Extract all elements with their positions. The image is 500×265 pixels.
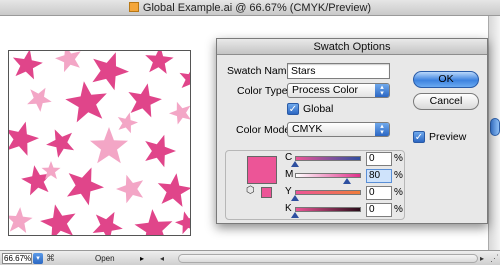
status-bar: 66.67% ▾ ⌘ Open ▸ ◂ ▸ ⋰ <box>0 250 500 265</box>
star-shape[interactable] <box>40 204 76 236</box>
illustrator-document-icon <box>128 2 139 12</box>
global-checkbox[interactable]: ✓ <box>287 103 299 115</box>
black-slider-thumb[interactable] <box>291 212 299 218</box>
yellow-slider-track[interactable] <box>295 190 361 195</box>
color-type-value: Process Color <box>292 84 358 96</box>
color-mode-label: Color Mode: <box>236 124 294 136</box>
star-shape[interactable] <box>157 173 191 207</box>
global-label: Global <box>303 103 334 115</box>
window-title-bar: Global Example.ai @ 66.67% (CMYK/Preview… <box>0 0 500 16</box>
yellow-percent-label: % <box>394 187 403 198</box>
star-shape[interactable] <box>117 112 138 134</box>
star-shape[interactable] <box>46 129 75 158</box>
yellow-slider-thumb[interactable] <box>291 195 299 201</box>
star-shape[interactable] <box>128 83 162 118</box>
magenta-percent-label: % <box>394 170 403 181</box>
preview-checkbox[interactable]: ✓ <box>413 131 425 143</box>
window-title: Global Example.ai @ 66.67% (CMYK/Preview… <box>142 2 372 14</box>
cancel-button[interactable]: Cancel <box>413 93 479 110</box>
scroll-left-icon[interactable]: ◂ <box>160 253 164 264</box>
popup-stepper-icon: ▴ ▾ <box>375 123 389 136</box>
preview-label: Preview <box>429 131 467 143</box>
star-shape[interactable] <box>9 121 39 156</box>
status-text: Open <box>95 254 115 263</box>
cyan-percent-label: % <box>394 153 403 164</box>
star-shape[interactable] <box>179 66 192 91</box>
dialog-title: Swatch Options <box>217 39 487 55</box>
star-shape[interactable] <box>55 51 81 73</box>
popup-stepper-icon: ▴ ▾ <box>375 84 389 97</box>
web-safe-color-swatch[interactable] <box>261 187 272 198</box>
color-mode-value: CMYK <box>292 123 323 135</box>
color-preview-swatch <box>247 156 277 184</box>
ok-button[interactable]: OK <box>413 71 479 88</box>
star-shape[interactable] <box>92 211 123 236</box>
slider-letter-m: M <box>285 169 294 180</box>
star-shape[interactable] <box>65 81 107 123</box>
black-slider-track[interactable] <box>295 207 361 212</box>
cyan-slider-thumb[interactable] <box>291 161 299 167</box>
magenta-value-input[interactable]: 80 <box>366 169 392 183</box>
zoom-level-field[interactable]: 66.67% <box>2 253 32 264</box>
out-of-web-color-icon[interactable]: ⬡ <box>246 185 255 197</box>
horizontal-scrollbar[interactable] <box>178 254 478 263</box>
swatch-name-input[interactable]: Stars <box>287 63 390 79</box>
status-menu-arrow-icon[interactable]: ▸ <box>140 253 144 264</box>
scroll-right-icon[interactable]: ▸ <box>480 253 484 264</box>
star-shape[interactable] <box>116 174 144 204</box>
black-value-input[interactable]: 0 <box>366 203 392 217</box>
swatch-options-dialog: Swatch Options Swatch Name: Stars Color … <box>216 38 488 224</box>
color-type-select[interactable]: Process Color ▴ ▾ <box>287 83 390 98</box>
star-shape[interactable] <box>67 167 104 206</box>
magenta-slider-track[interactable] <box>295 173 361 178</box>
document-status-icon[interactable]: ⌘ <box>46 253 56 264</box>
color-mode-select[interactable]: CMYK ▴ ▾ <box>287 122 390 137</box>
yellow-value-input[interactable]: 0 <box>366 186 392 200</box>
star-shape[interactable] <box>90 127 128 164</box>
star-shape[interactable] <box>145 134 176 168</box>
black-percent-label: % <box>394 204 403 215</box>
cyan-value-input[interactable]: 0 <box>366 152 392 166</box>
color-type-label: Color Type: <box>237 85 291 97</box>
zoom-dropdown-button[interactable]: ▾ <box>33 253 43 264</box>
vertical-scrollbar[interactable] <box>488 16 500 250</box>
resize-grip-icon[interactable]: ⋰ <box>490 253 499 264</box>
star-shape[interactable] <box>134 209 173 236</box>
artboard[interactable] <box>8 50 191 236</box>
star-shape[interactable] <box>169 101 191 125</box>
star-shape[interactable] <box>12 51 43 80</box>
star-shape[interactable] <box>175 211 191 235</box>
magenta-slider-thumb[interactable] <box>343 178 351 184</box>
cyan-slider-track[interactable] <box>295 156 361 161</box>
star-shape[interactable] <box>92 52 129 91</box>
star-shape[interactable] <box>145 51 174 74</box>
swatch-name-label: Swatch Name: <box>227 65 296 77</box>
star-shape[interactable] <box>27 87 52 112</box>
vertical-scroll-thumb[interactable] <box>490 118 500 136</box>
star-shape[interactable] <box>9 207 33 233</box>
star-pattern-artwork[interactable] <box>9 51 191 236</box>
